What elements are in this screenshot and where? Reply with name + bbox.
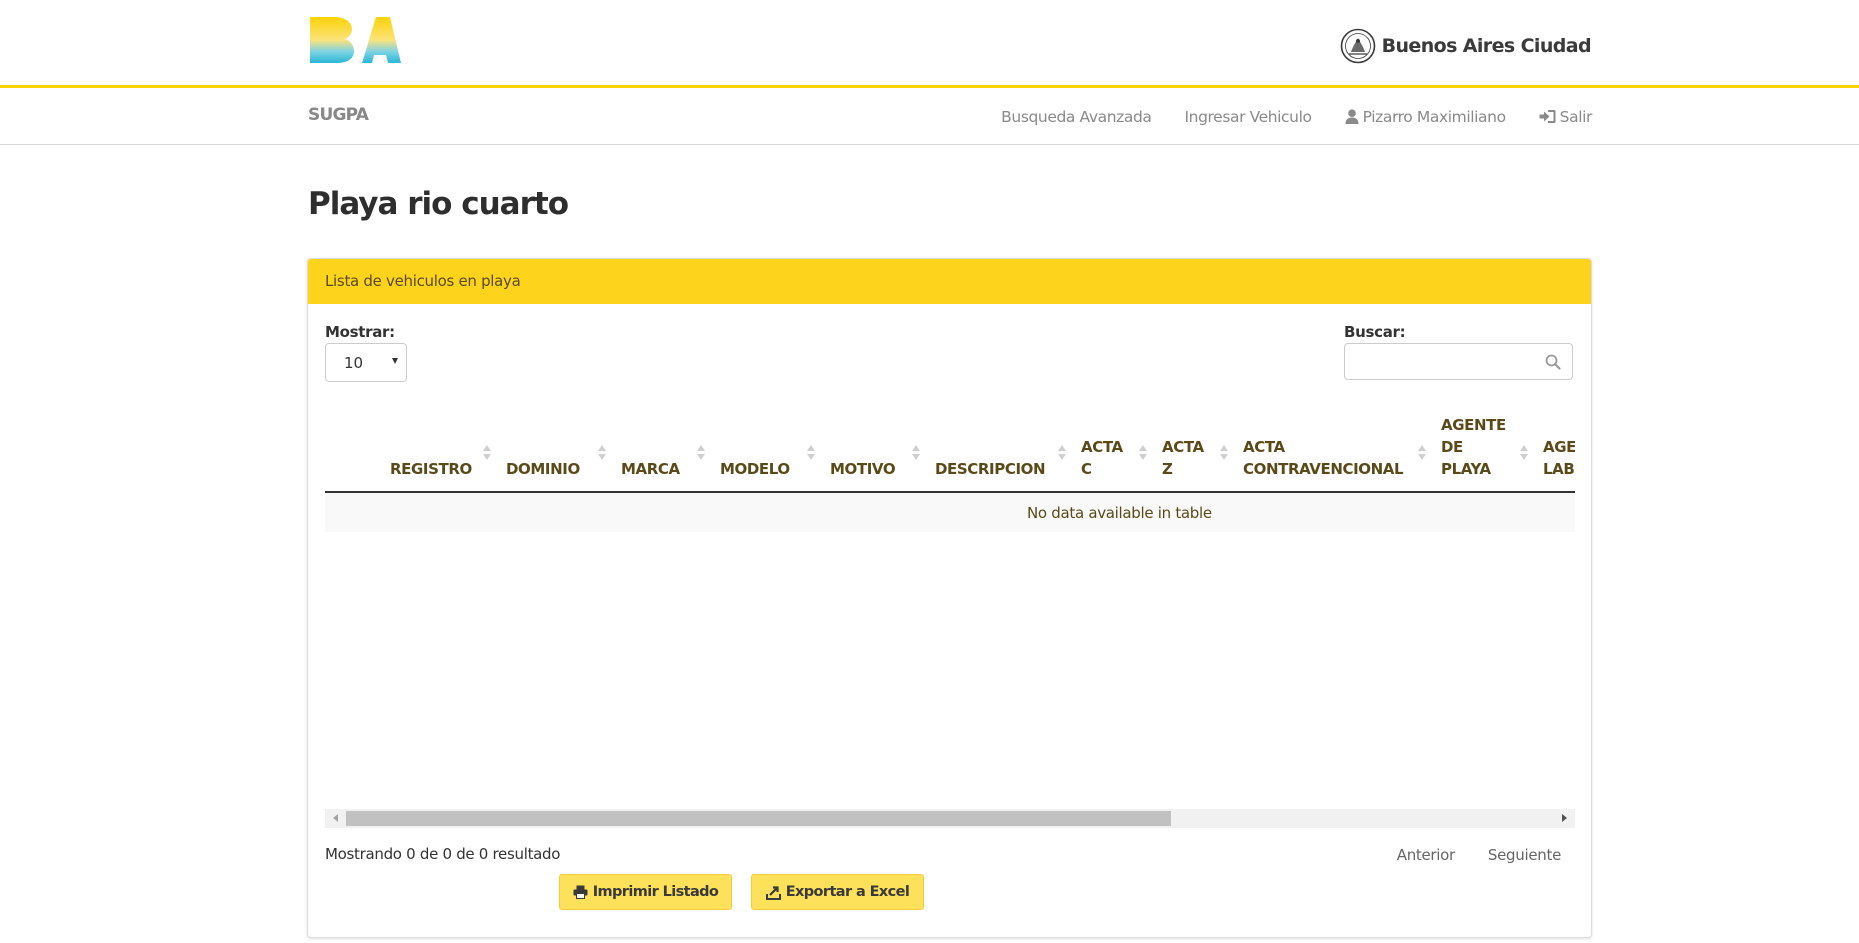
pagination-next[interactable]: Seguiente bbox=[1488, 846, 1561, 864]
horizontal-scrollbar[interactable] bbox=[325, 809, 1575, 828]
sort-icon bbox=[1138, 445, 1148, 461]
pagination: Anterior Seguiente bbox=[1397, 846, 1562, 864]
results-info: Mostrando 0 de 0 de 0 resultado bbox=[325, 845, 561, 863]
search-icon[interactable] bbox=[1545, 354, 1561, 370]
sort-icon bbox=[911, 445, 921, 461]
city-brand[interactable]: Buenos Aires Ciudad bbox=[1340, 26, 1592, 66]
export-excel-label: Exportar a Excel bbox=[785, 884, 910, 900]
nav-busqueda-avanzada[interactable]: Busqueda Avanzada bbox=[1001, 107, 1152, 126]
empty-table-message: No data available in table bbox=[325, 492, 1575, 532]
export-excel-button[interactable]: Exportar a Excel bbox=[751, 874, 924, 910]
scroll-right-arrow-icon[interactable] bbox=[1562, 814, 1567, 822]
nav-user-profile[interactable]: Pizarro Maximiliano bbox=[1345, 108, 1506, 126]
sort-icon bbox=[696, 445, 706, 461]
scroll-left-arrow-icon[interactable] bbox=[333, 814, 338, 822]
column-header-marca[interactable]: MARCA bbox=[613, 408, 712, 493]
nav-ingresar-vehiculo[interactable]: Ingresar Vehiculo bbox=[1185, 108, 1312, 126]
sort-icon bbox=[1057, 445, 1067, 461]
table-header-row: REGISTRO DOMINIO MARCA MODELO MOTIVO DES… bbox=[325, 408, 1575, 493]
sort-icon bbox=[1519, 445, 1529, 461]
sort-icon bbox=[1219, 445, 1229, 461]
log-in-icon bbox=[1539, 110, 1556, 123]
column-header-acta-c[interactable]: ACTA C bbox=[1073, 408, 1154, 493]
pagination-previous[interactable]: Anterior bbox=[1397, 846, 1455, 864]
vehicles-table: REGISTRO DOMINIO MARCA MODELO MOTIVO DES… bbox=[325, 408, 1575, 532]
column-header-motivo[interactable]: MOTIVO bbox=[822, 408, 927, 493]
column-header-acta-z[interactable]: ACTA Z bbox=[1154, 408, 1235, 493]
print-list-label: Imprimir Listado bbox=[592, 884, 719, 900]
show-entries-label: Mostrar: bbox=[325, 323, 395, 341]
user-icon bbox=[1345, 109, 1359, 124]
panel-heading: Lista de vehiculos en playa bbox=[308, 259, 1591, 304]
nav-link-label: Pizarro Maximiliano bbox=[1362, 107, 1506, 126]
sort-icon bbox=[1417, 445, 1427, 461]
app-brand[interactable]: SUGPA bbox=[308, 105, 369, 125]
sort-icon bbox=[482, 445, 492, 461]
column-header-dominio[interactable]: DOMINIO bbox=[498, 408, 613, 493]
search-input[interactable] bbox=[1344, 343, 1573, 380]
nav-salir[interactable]: Salir bbox=[1539, 108, 1592, 126]
search-label: Buscar: bbox=[1344, 323, 1406, 341]
column-header-descripcion[interactable]: DESCRIPCION bbox=[927, 408, 1073, 493]
city-seal-icon bbox=[1340, 28, 1375, 64]
show-entries-select[interactable]: 10 bbox=[325, 343, 407, 382]
column-header-select bbox=[325, 408, 382, 493]
nav-link-label: Salir bbox=[1559, 107, 1593, 126]
city-name: Buenos Aires Ciudad bbox=[1381, 35, 1592, 57]
caret-down-icon bbox=[392, 358, 398, 364]
column-header-agente-lab[interactable]: AGENTE LAB bbox=[1535, 408, 1575, 493]
top-header: Buenos Aires Ciudad bbox=[0, 0, 1859, 88]
nav-link-label: Ingresar Vehiculo bbox=[1184, 107, 1312, 126]
sort-icon bbox=[806, 445, 816, 461]
page-title: Playa rio cuarto bbox=[308, 186, 569, 222]
nav-link-label: Busqueda Avanzada bbox=[1001, 107, 1152, 126]
nav-links: Busqueda Avanzada Ingresar Vehiculo Piza… bbox=[1001, 88, 1592, 145]
ba-logo[interactable] bbox=[308, 15, 401, 65]
vehicles-panel: Lista de vehiculos en playa Mostrar: 10 … bbox=[307, 258, 1592, 938]
column-header-modelo[interactable]: MODELO bbox=[712, 408, 822, 493]
column-header-registro[interactable]: REGISTRO bbox=[382, 408, 498, 493]
scrollbar-thumb[interactable] bbox=[346, 811, 1171, 826]
column-header-acta-contravencional[interactable]: ACTA CONTRAVENCIONAL bbox=[1235, 408, 1433, 493]
print-list-button[interactable]: Imprimir Listado bbox=[559, 874, 732, 910]
sort-icon bbox=[597, 445, 607, 461]
navbar: SUGPA Busqueda Avanzada Ingresar Vehicul… bbox=[0, 88, 1859, 145]
table-scroll-area: REGISTRO DOMINIO MARCA MODELO MOTIVO DES… bbox=[325, 408, 1575, 798]
table-row: No data available in table bbox=[325, 492, 1575, 532]
column-header-agente-de-playa[interactable]: AGENTE DE PLAYA bbox=[1433, 408, 1535, 493]
print-icon bbox=[573, 885, 588, 899]
export-icon bbox=[765, 885, 781, 900]
show-entries-value: 10 bbox=[344, 354, 364, 372]
